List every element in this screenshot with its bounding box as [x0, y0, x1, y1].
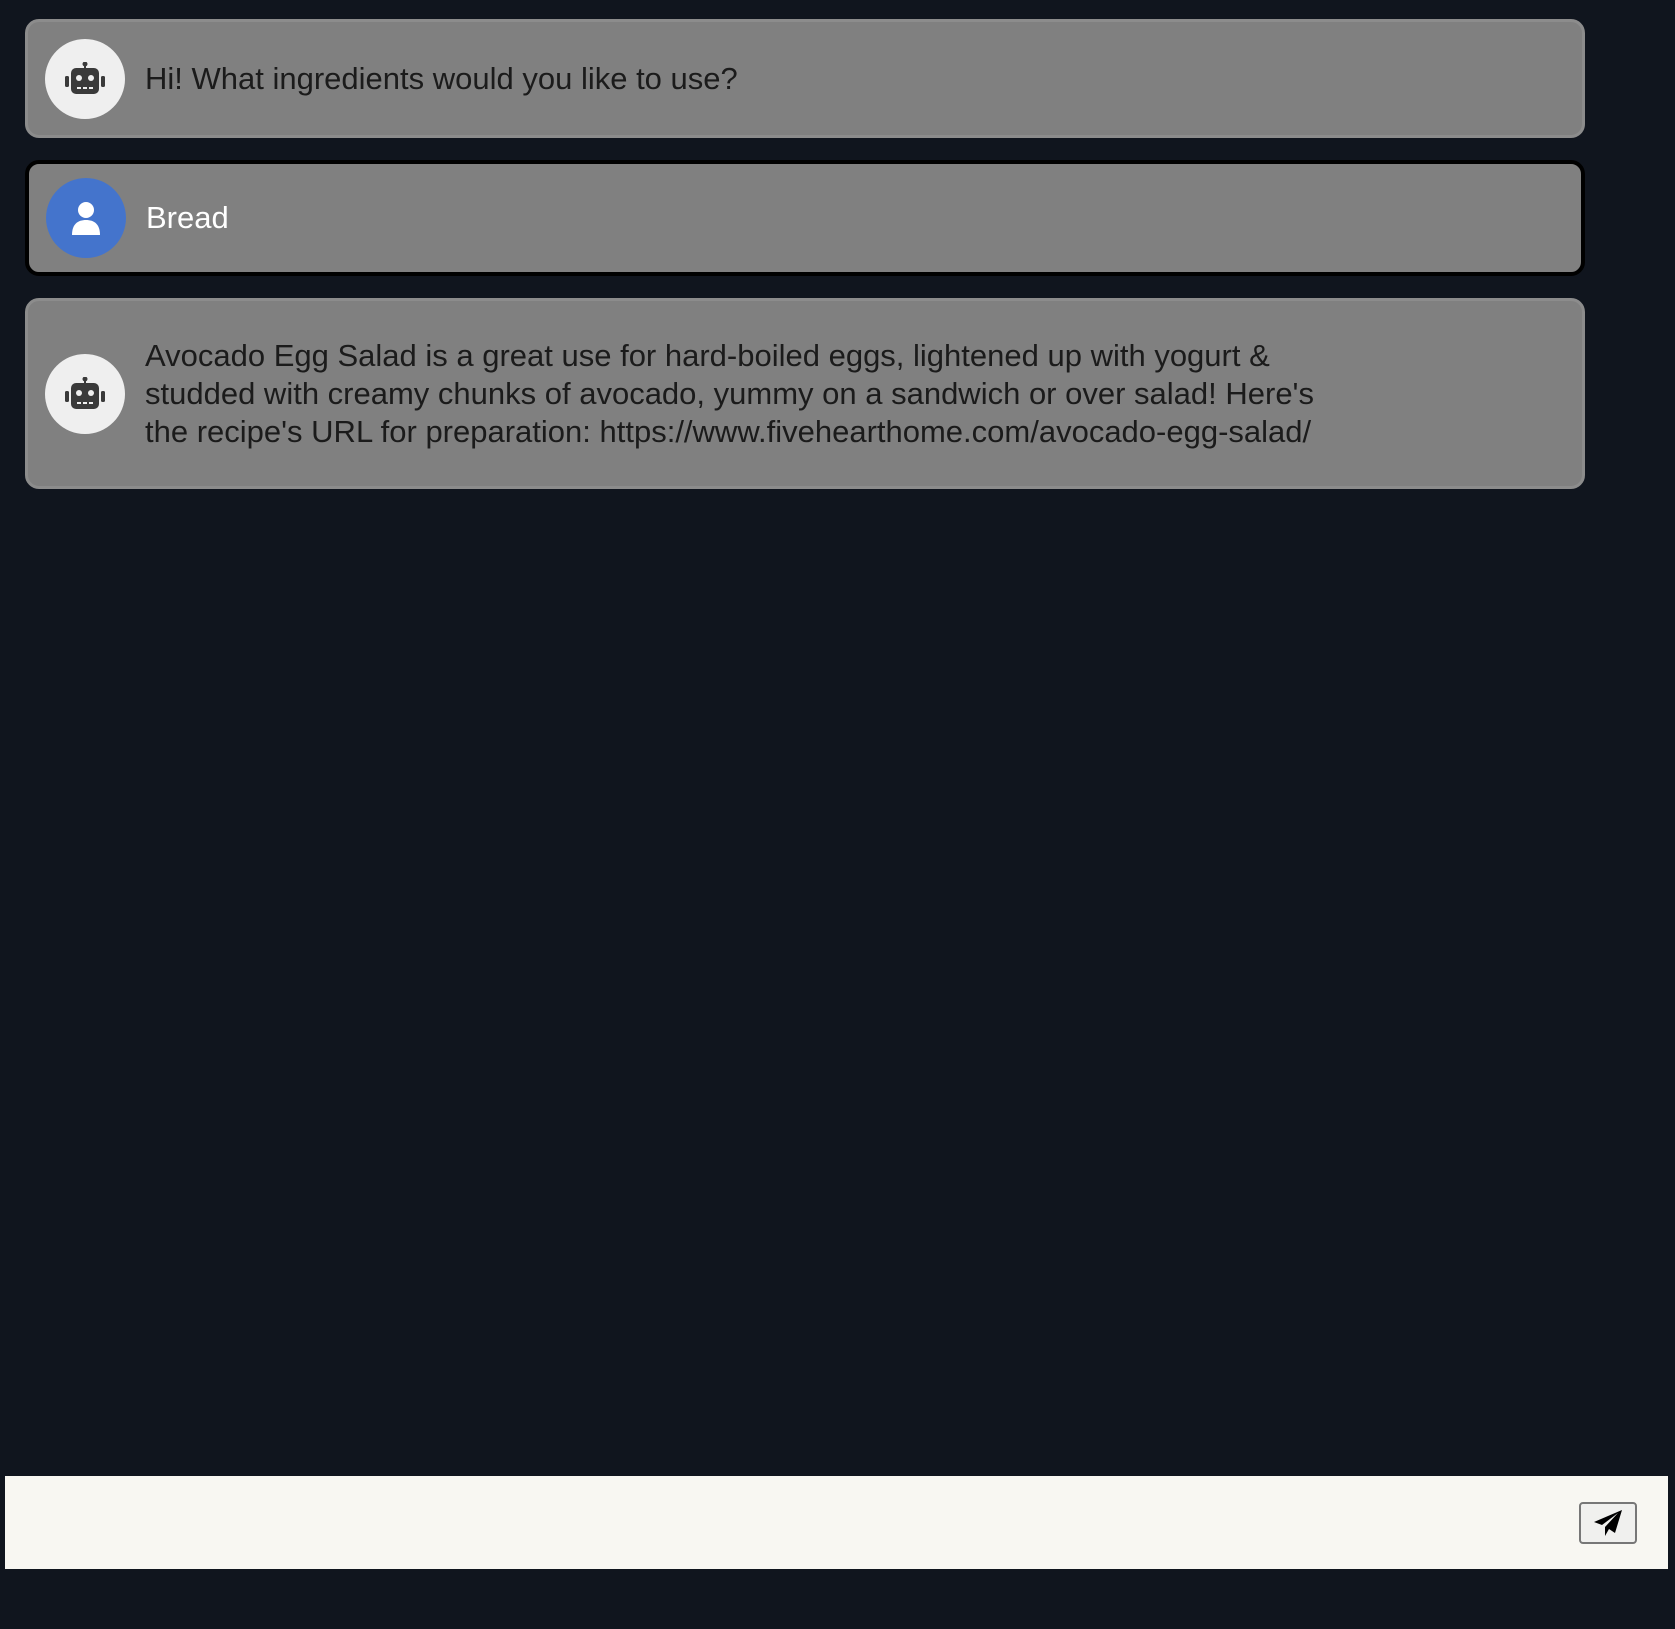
message-composer — [5, 1476, 1668, 1569]
message-text: Hi! What ingredients would you like to u… — [145, 60, 738, 96]
bot-message: Avocado Egg Salad is a great use for har… — [25, 298, 1585, 489]
robot-icon — [65, 376, 105, 409]
bot-avatar — [45, 38, 125, 119]
message-input[interactable] — [5, 1476, 1565, 1569]
user-avatar — [46, 178, 126, 258]
user-icon — [72, 202, 100, 235]
message-text: Avocado Egg Salad is a great use for har… — [145, 337, 1314, 449]
bot-message: Hi! What ingredients would you like to u… — [25, 19, 1585, 138]
chat-log: Hi! What ingredients would you like to u… — [25, 19, 1585, 511]
user-message: Bread — [25, 160, 1585, 276]
robot-icon — [65, 61, 105, 94]
bot-avatar — [45, 353, 125, 434]
paper-plane-icon — [1594, 1510, 1622, 1536]
send-button[interactable] — [1579, 1502, 1637, 1544]
message-text: Bread — [146, 200, 229, 235]
